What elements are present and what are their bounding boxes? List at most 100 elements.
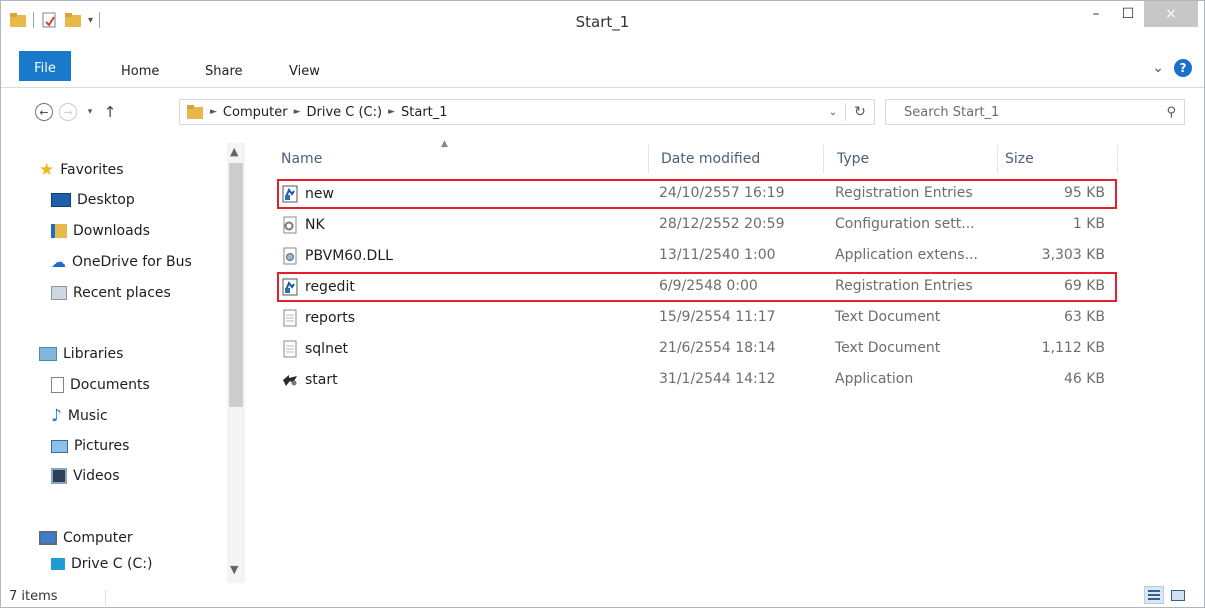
table-row[interactable]: regedit 6/9/2548 0:00 Registration Entries…: [277, 272, 1117, 302]
column-header-size[interactable]: Size: [1005, 151, 1034, 167]
breadcrumb-start-1[interactable]: Start_1: [401, 105, 448, 120]
videos-icon: [51, 468, 67, 484]
status-bar: 7 items: [1, 586, 1204, 607]
nav-item-drive-c[interactable]: Drive C (C:): [51, 553, 152, 575]
nav-item-pictures[interactable]: Pictures: [51, 435, 129, 457]
search-input[interactable]: Search Start_1: [904, 105, 999, 120]
breadcrumb-chevron-icon[interactable]: ►: [210, 107, 217, 117]
file-type-cell: Text Document: [835, 309, 941, 325]
tab-file[interactable]: File: [19, 51, 71, 81]
forward-button[interactable]: →: [57, 101, 79, 123]
column-divider[interactable]: [648, 145, 649, 173]
application-icon: [281, 371, 299, 389]
nav-item-music[interactable]: ♪ Music: [51, 405, 108, 427]
item-count: 7 items: [9, 589, 58, 604]
nav-item-onedrive[interactable]: ☁ OneDrive for Bus: [51, 251, 192, 273]
music-note-icon: ♪: [51, 406, 62, 426]
breadcrumb-chevron-icon[interactable]: ►: [294, 107, 301, 117]
scroll-up-arrow-icon[interactable]: ▲: [230, 145, 238, 158]
close-button[interactable]: ×: [1144, 1, 1198, 27]
date-modified-cell: 28/12/2552 20:59: [659, 216, 785, 232]
date-modified-cell: 13/11/2540 1:00: [659, 247, 776, 263]
details-view-button[interactable]: [1144, 586, 1164, 604]
text-file-icon: [281, 309, 299, 327]
table-row[interactable]: sqlnet 21/6/2554 18:14 Text Document 1,112 …: [277, 334, 1117, 364]
search-icon[interactable]: ⚲: [1166, 105, 1176, 120]
table-row[interactable]: NK 28/12/2552 20:59 Configuration sett... 1…: [277, 210, 1117, 240]
highlight-box: [277, 272, 1117, 302]
up-arrow-icon[interactable]: ↑: [99, 101, 121, 123]
column-divider[interactable]: [997, 145, 998, 173]
column-header-date-modified[interactable]: Date modified: [661, 151, 760, 167]
tab-share[interactable]: Share: [205, 57, 243, 87]
file-name-cell[interactable]: PBVM60.DLL: [281, 247, 393, 265]
table-row[interactable]: new 24/10/2557 16:19 Registration Entries 9…: [277, 179, 1117, 209]
date-modified-cell: 15/9/2554 11:17: [659, 309, 776, 325]
column-headers: Name ▲ Date modified Type Size: [263, 139, 1203, 175]
expand-ribbon-icon[interactable]: ⌄: [1152, 60, 1164, 76]
nav-item-downloads[interactable]: Downloads: [51, 220, 150, 242]
back-button[interactable]: ←: [33, 101, 55, 123]
navigation-pane-scrollbar[interactable]: ▲ ▼: [227, 143, 245, 583]
nav-computer[interactable]: Computer: [39, 527, 133, 549]
sort-ascending-icon: ▲: [441, 139, 448, 149]
downloads-folder-icon: [51, 224, 67, 238]
navigation-pane: ★ Favorites Desktop Downloads ☁ OneDrive…: [33, 143, 245, 585]
explorer-window: ▾ Start_1 – ☐ × File Home Share View ⌄ ?…: [0, 0, 1205, 608]
large-icons-view-button[interactable]: [1168, 586, 1188, 604]
pictures-icon: [51, 439, 68, 453]
nav-item-label: Videos: [73, 468, 120, 484]
breadcrumb-chevron-icon[interactable]: ►: [388, 107, 395, 117]
tab-view[interactable]: View: [289, 57, 320, 87]
desktop-icon: [51, 193, 71, 207]
table-row[interactable]: reports 15/9/2554 11:17 Text Document 63 KB: [277, 303, 1117, 333]
search-box[interactable]: Search Start_1 ⚲: [885, 99, 1185, 125]
scrollbar-thumb[interactable]: [229, 163, 243, 407]
nav-item-label: Documents: [70, 377, 150, 393]
folder-icon: [187, 105, 203, 119]
nav-favorites[interactable]: ★ Favorites: [39, 159, 124, 181]
file-name-cell[interactable]: sqlnet: [281, 340, 348, 358]
large-icons-view-icon: [1171, 589, 1185, 601]
column-header-name[interactable]: Name: [281, 151, 322, 167]
breadcrumb-drive-c[interactable]: Drive C (C:): [306, 105, 382, 120]
nav-favorites-label: Favorites: [60, 162, 124, 178]
file-name-cell[interactable]: NK: [281, 216, 325, 234]
column-divider[interactable]: [1117, 145, 1118, 173]
ribbon-controls: ⌄ ?: [1152, 59, 1192, 77]
address-history-dropdown-icon[interactable]: ⌄: [821, 107, 845, 118]
maximize-button[interactable]: ☐: [1112, 1, 1144, 27]
file-type-cell: Configuration sett...: [835, 216, 975, 232]
nav-libraries-label: Libraries: [63, 346, 124, 362]
nav-item-documents[interactable]: Documents: [51, 374, 150, 396]
nav-item-label: Downloads: [73, 223, 150, 239]
libraries-icon: [39, 347, 57, 361]
forward-arrow-icon: →: [59, 103, 77, 121]
minimize-button[interactable]: –: [1080, 1, 1112, 27]
file-name: reports: [305, 310, 356, 326]
date-modified-cell: 21/6/2554 18:14: [659, 340, 776, 356]
table-row[interactable]: PBVM60.DLL 13/11/2540 1:00 Application ext…: [277, 241, 1117, 271]
column-header-type[interactable]: Type: [837, 151, 869, 167]
nav-item-label: Desktop: [77, 192, 135, 208]
recent-locations-dropdown-icon[interactable]: ▾: [79, 101, 101, 123]
nav-item-desktop[interactable]: Desktop: [51, 189, 135, 211]
nav-item-label: Music: [67, 408, 108, 424]
documents-icon: [51, 377, 64, 393]
scroll-down-arrow-icon[interactable]: ▼: [230, 563, 238, 576]
nav-libraries[interactable]: Libraries: [39, 343, 123, 365]
star-icon: ★: [39, 160, 55, 180]
file-name-cell[interactable]: reports: [281, 309, 355, 327]
tab-home[interactable]: Home: [121, 57, 159, 87]
refresh-icon[interactable]: ↻: [846, 104, 874, 120]
breadcrumb-computer[interactable]: Computer: [223, 105, 288, 120]
computer-icon: [39, 531, 57, 545]
help-icon[interactable]: ?: [1174, 59, 1192, 77]
nav-item-recent-places[interactable]: Recent places: [51, 282, 171, 304]
address-bar[interactable]: ► Computer ► Drive C (C:) ► Start_1 ⌄ ↻: [179, 99, 875, 125]
table-row[interactable]: start 31/1/2544 14:12 Application 46 KB: [277, 365, 1117, 395]
file-name: PBVM60.DLL: [305, 248, 393, 264]
file-name-cell[interactable]: start: [281, 371, 338, 389]
nav-item-videos[interactable]: Videos: [51, 465, 120, 487]
column-divider[interactable]: [823, 145, 824, 173]
